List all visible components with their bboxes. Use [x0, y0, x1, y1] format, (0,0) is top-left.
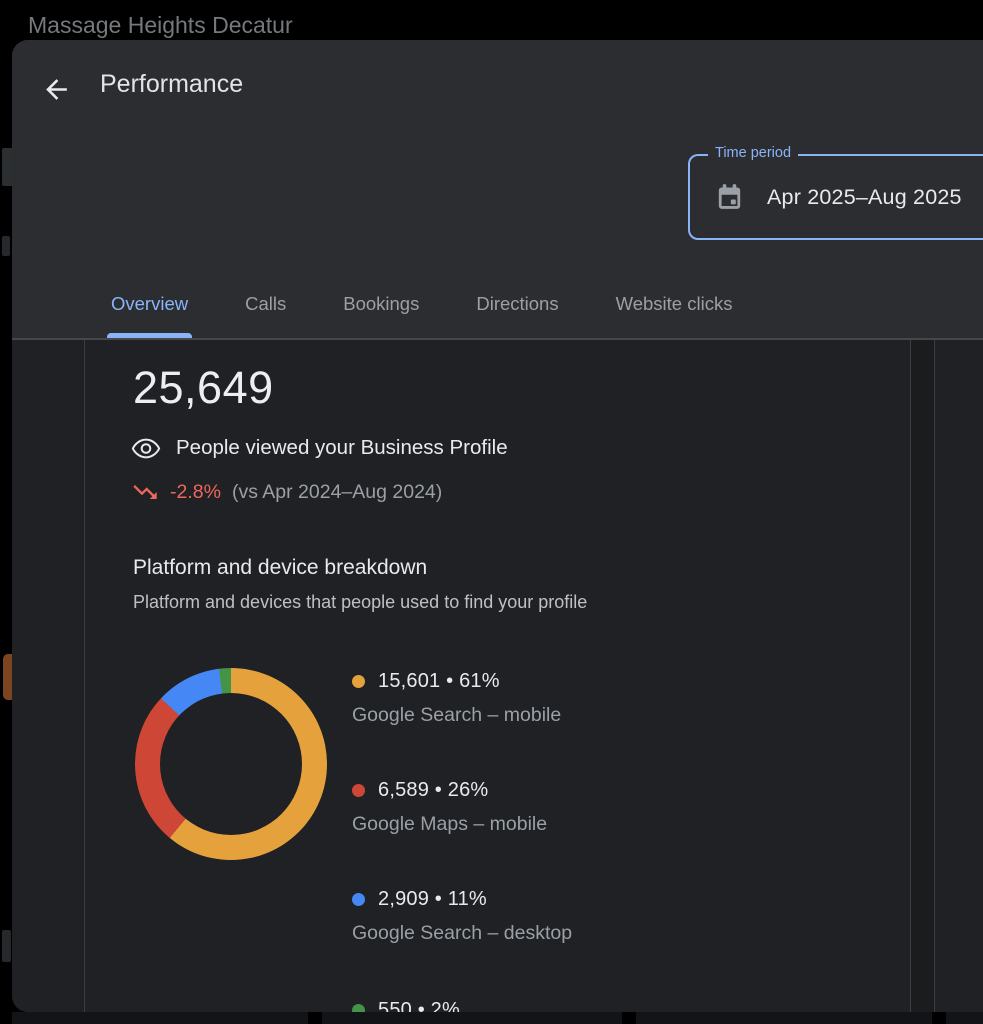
tab-bar: Overview Calls Bookings Directions Websi… [107, 280, 736, 338]
column-divider [934, 340, 935, 1012]
underlying-card-gap [932, 1012, 946, 1024]
underlying-page-edge [12, 1012, 983, 1024]
legend-dot-red [352, 784, 365, 797]
tab-overview[interactable]: Overview [107, 280, 192, 338]
views-total: 25,649 [133, 362, 274, 414]
time-period-label: Time period [708, 145, 798, 161]
legend-stat: 2,909 • 11% [378, 888, 487, 911]
legend-stat: 15,601 • 61% [378, 670, 500, 693]
tab-calls[interactable]: Calls [241, 280, 290, 338]
column-divider [910, 340, 911, 1012]
page-title: Performance [100, 70, 243, 99]
legend-dot-orange [352, 675, 365, 688]
legend-stat: 6,589 • 26% [378, 779, 488, 802]
trend-comparison: (vs Apr 2024–Aug 2024) [232, 481, 442, 504]
tab-bookings[interactable]: Bookings [339, 280, 423, 338]
legend-item: 6,589 • 26% Google Maps – mobile [352, 779, 547, 836]
background-fragment [2, 236, 10, 256]
trending-down-icon [131, 478, 159, 506]
legend-label: Google Search – mobile [352, 704, 561, 727]
calendar-icon [716, 182, 743, 212]
overview-content: 25,649 People viewed your Business Profi… [12, 338, 983, 1012]
legend-item: 550 • 2% [352, 999, 460, 1012]
views-caption: People viewed your Business Profile [176, 436, 508, 460]
background-fragment-orange [3, 654, 12, 700]
breakdown-subtitle: Platform and devices that people used to… [133, 592, 587, 613]
legend-dot-green [352, 1004, 365, 1012]
back-button[interactable] [38, 71, 74, 107]
underlying-card-gap [308, 1012, 322, 1024]
time-period-value: Apr 2025–Aug 2025 [767, 185, 962, 210]
eye-icon [131, 438, 161, 459]
column-gutter [911, 340, 934, 1012]
trend-delta: -2.8% [170, 481, 221, 504]
breakdown-title: Platform and device breakdown [133, 556, 427, 580]
panel-header: Performance Time period Apr 2025–Aug 202… [12, 40, 983, 338]
window-title: Massage Heights Decatur [28, 12, 293, 39]
legend-label: Google Maps – mobile [352, 813, 547, 836]
legend-item: 15,601 • 61% Google Search – mobile [352, 670, 561, 727]
legend-dot-blue [352, 893, 365, 906]
tab-website-clicks[interactable]: Website clicks [612, 280, 737, 338]
performance-panel: Performance Time period Apr 2025–Aug 202… [12, 40, 983, 1012]
background-fragment [2, 930, 11, 962]
arrow-left-icon [41, 74, 72, 105]
donut-hole [160, 693, 302, 835]
underlying-card-gap [622, 1012, 636, 1024]
legend-item: 2,909 • 11% Google Search – desktop [352, 888, 572, 945]
tab-directions[interactable]: Directions [472, 280, 562, 338]
column-divider [84, 340, 85, 1012]
donut-chart [135, 668, 327, 860]
time-period-field[interactable]: Time period Apr 2025–Aug 2025 [688, 154, 983, 240]
legend-label: Google Search – desktop [352, 922, 572, 945]
legend-stat: 550 • 2% [378, 999, 460, 1012]
